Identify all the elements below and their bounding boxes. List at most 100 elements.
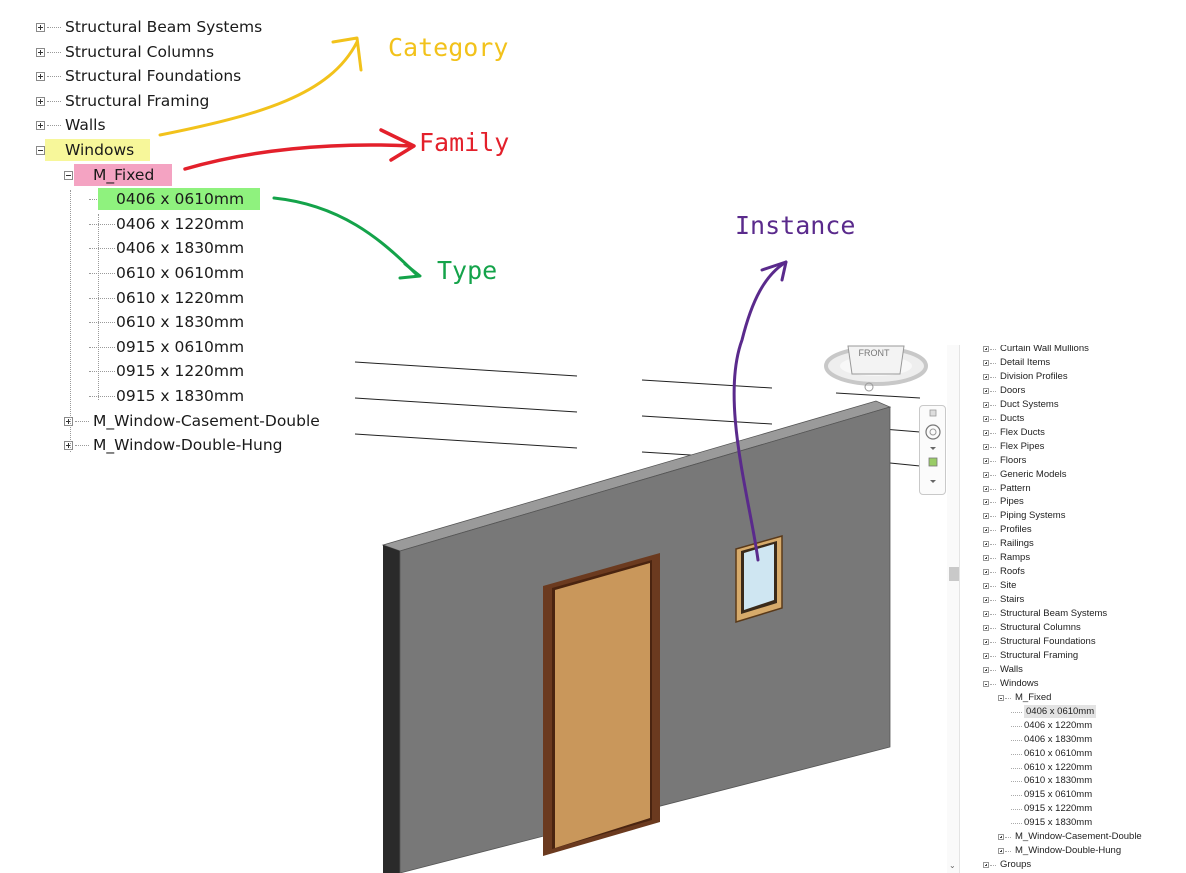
expand-plus-icon[interactable] — [36, 47, 45, 57]
browser-tree-item[interactable]: Railings — [1000, 537, 1034, 550]
expand-plus-icon[interactable] — [983, 387, 989, 394]
browser-tree-item[interactable]: Structural Beam Systems — [65, 16, 262, 38]
viewcube[interactable]: FRONT — [824, 345, 928, 392]
browser-tree-item[interactable]: 0915 x 1830mm — [116, 385, 244, 407]
browser-tree-item[interactable]: Pipes — [1000, 495, 1024, 508]
expand-plus-icon[interactable] — [983, 485, 989, 492]
browser-tree-item[interactable]: M_Window-Casement-Double — [1015, 830, 1142, 843]
expand-plus-icon[interactable] — [983, 513, 989, 520]
browser-tree-item[interactable]: Duct Systems — [1000, 398, 1059, 411]
expand-plus-icon[interactable] — [983, 597, 989, 604]
browser-tree-item[interactable]: 0406 x 0610mm — [98, 188, 261, 211]
expand-plus-icon[interactable] — [36, 121, 45, 131]
expand-plus-icon[interactable] — [983, 666, 989, 673]
scrollbar-thumb[interactable] — [949, 567, 959, 581]
browser-tree-item[interactable]: Structural Foundations — [65, 65, 241, 87]
browser-tree-item[interactable]: Walls — [1000, 663, 1023, 676]
browser-tree-item[interactable]: 0610 x 0610mm — [116, 262, 244, 284]
browser-tree-item[interactable]: Windows — [45, 139, 151, 161]
expand-plus-icon[interactable] — [983, 443, 989, 450]
browser-tree-item[interactable]: 0406 x 0610mm — [1024, 704, 1097, 718]
expand-plus-icon[interactable] — [64, 441, 73, 451]
browser-tree-item[interactable]: Structural Foundations — [1000, 635, 1096, 648]
browser-tree-item[interactable]: 0610 x 1220mm — [116, 287, 244, 309]
expand-plus-icon[interactable] — [36, 72, 45, 82]
browser-tree-item[interactable]: 0610 x 1830mm — [1024, 774, 1092, 787]
browser-tree-item[interactable]: Structural Columns — [1000, 621, 1081, 634]
browser-tree-item[interactable]: Division Profiles — [1000, 370, 1068, 383]
browser-tree-item[interactable]: M_Window-Double-Hung — [93, 434, 283, 456]
collapse-minus-icon[interactable] — [983, 680, 989, 687]
browser-tree-item[interactable]: Windows — [1000, 677, 1039, 690]
browser-tree-item[interactable]: Curtain Wall Mullions — [1000, 345, 1089, 355]
expand-plus-icon[interactable] — [36, 96, 45, 106]
expand-plus-icon[interactable] — [983, 415, 989, 422]
expand-plus-icon[interactable] — [998, 834, 1004, 841]
expand-plus-icon[interactable] — [983, 583, 989, 590]
expand-plus-icon[interactable] — [983, 569, 989, 576]
browser-tree-item[interactable]: 0406 x 1220mm — [1024, 719, 1092, 732]
browser-tree-item[interactable]: 0610 x 1830mm — [116, 311, 244, 333]
expand-plus-icon[interactable] — [983, 359, 989, 366]
browser-tree-item[interactable]: Flex Ducts — [1000, 426, 1045, 439]
expand-plus-icon[interactable] — [983, 541, 989, 548]
browser-tree-item[interactable]: Piping Systems — [1000, 509, 1065, 522]
browser-tree-item[interactable]: Structural Beam Systems — [1000, 607, 1107, 620]
browser-tree-item[interactable]: Profiles — [1000, 523, 1032, 536]
browser-tree-item[interactable]: M_Fixed — [1015, 691, 1051, 704]
browser-tree-item[interactable]: Ducts — [1000, 412, 1024, 425]
browser-tree-item[interactable]: 0915 x 1220mm — [116, 360, 244, 382]
browser-tree-item[interactable]: Generic Models — [1000, 468, 1067, 481]
browser-tree-item[interactable]: Structural Framing — [65, 90, 209, 112]
project-browser-scrollbar[interactable] — [947, 345, 960, 873]
browser-tree-item[interactable]: 0406 x 1830mm — [116, 237, 244, 259]
expand-plus-icon[interactable] — [36, 23, 45, 32]
browser-tree-item[interactable]: 0915 x 1830mm — [1024, 816, 1092, 829]
browser-item-groups[interactable]: Groups — [1000, 858, 1031, 871]
steering-wheel-icon[interactable] — [925, 424, 941, 440]
browser-tree-item[interactable]: Stairs — [1000, 593, 1024, 606]
expand-plus-icon[interactable] — [983, 471, 989, 478]
browser-tree-item[interactable]: 0915 x 0610mm — [116, 336, 244, 358]
browser-tree-item[interactable]: Structural Columns — [65, 41, 214, 63]
browser-tree-item[interactable]: 0610 x 0610mm — [1024, 747, 1092, 760]
scroll-down-arrow-icon[interactable]: ⌄ — [949, 861, 956, 870]
browser-tree-item[interactable]: Structural Framing — [1000, 649, 1078, 662]
collapse-minus-icon[interactable] — [998, 694, 1004, 701]
browser-tree-item[interactable]: Walls — [65, 114, 106, 136]
browser-tree-item[interactable]: 0610 x 1220mm — [1024, 761, 1092, 774]
collapse-minus-icon[interactable] — [36, 146, 45, 155]
browser-tree-item[interactable]: Roofs — [1000, 565, 1025, 578]
browser-tree-item[interactable]: Floors — [1000, 454, 1026, 467]
browser-tree-item[interactable]: Flex Pipes — [1000, 440, 1044, 453]
expand-plus-icon[interactable] — [983, 638, 989, 645]
expand-plus-icon[interactable] — [64, 416, 73, 426]
browser-tree-item[interactable]: Doors — [1000, 384, 1025, 397]
expand-plus-icon[interactable] — [983, 373, 989, 380]
browser-tree-item[interactable]: M_Window-Double-Hung — [1015, 844, 1121, 857]
browser-tree-item[interactable]: M_Window-Casement-Double — [93, 410, 320, 432]
expand-plus-icon[interactable] — [983, 429, 989, 436]
collapse-minus-icon[interactable] — [64, 170, 73, 180]
browser-tree-item[interactable]: M_Fixed — [74, 163, 173, 186]
expand-plus-icon[interactable] — [983, 625, 989, 631]
browser-tree-item[interactable]: Detail Items — [1000, 356, 1050, 369]
expand-plus-icon[interactable] — [983, 527, 989, 534]
browser-tree-item[interactable]: 0406 x 1830mm — [1024, 733, 1092, 746]
expand-plus-icon[interactable] — [998, 848, 1004, 855]
expand-plus-icon[interactable] — [983, 346, 989, 352]
browser-tree-item[interactable]: 0915 x 1220mm — [1024, 802, 1092, 815]
zoom-region-icon[interactable] — [928, 457, 938, 467]
browser-tree-item[interactable]: Pattern — [1000, 482, 1031, 495]
browser-tree-item[interactable]: 0406 x 1220mm — [116, 213, 244, 235]
browser-tree-item[interactable]: Ramps — [1000, 551, 1030, 564]
expand-plus-icon[interactable] — [983, 401, 989, 408]
expand-plus-icon[interactable] — [983, 555, 989, 562]
expand-plus-icon[interactable] — [983, 652, 989, 659]
expand-plus-icon[interactable] — [983, 611, 989, 618]
browser-tree-item[interactable]: Site — [1000, 579, 1016, 592]
expand-plus-icon[interactable] — [983, 862, 989, 869]
browser-tree-item[interactable]: 0915 x 0610mm — [1024, 788, 1092, 801]
expand-plus-icon[interactable] — [983, 457, 989, 464]
expand-plus-icon[interactable] — [983, 499, 989, 506]
